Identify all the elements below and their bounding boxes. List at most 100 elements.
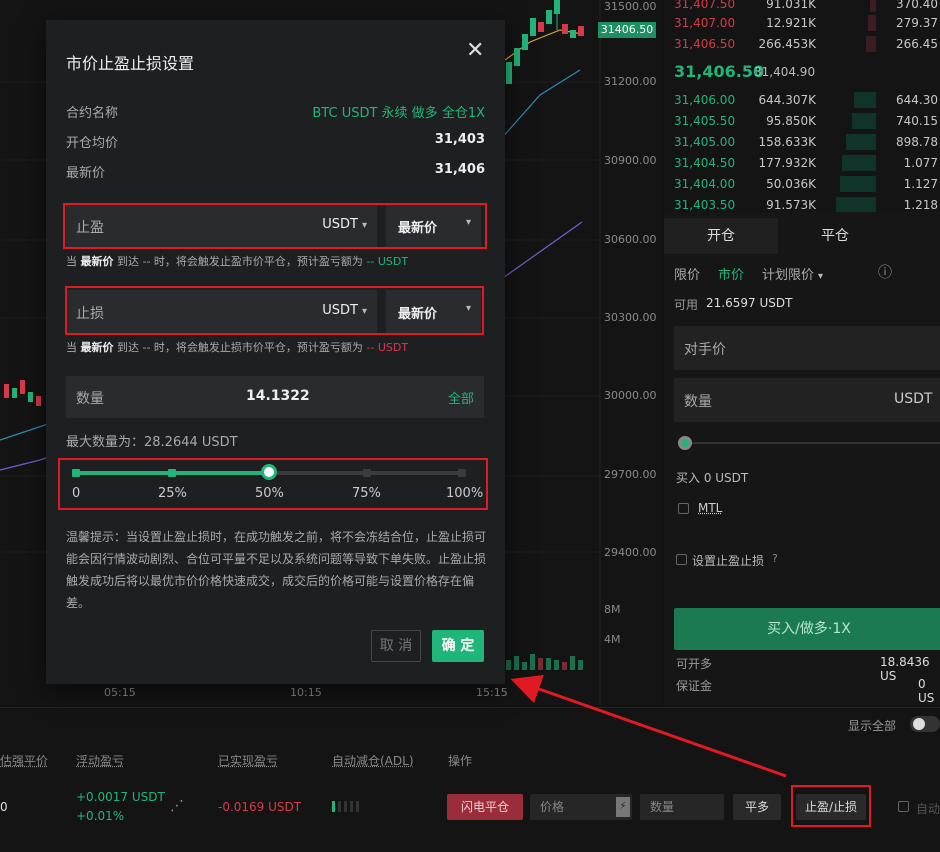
volume-tick: 4M	[604, 633, 621, 646]
depth-bar	[868, 15, 876, 31]
close-long-button[interactable]: 平多	[733, 794, 781, 820]
cancel-button[interactable]: 取 消	[371, 630, 421, 662]
plan-limit-label: 计划限价	[762, 268, 814, 283]
slider-mark-100[interactable]	[458, 469, 466, 477]
modal-qty-value: 14.1322	[246, 388, 310, 404]
price-tick: 30600.00	[604, 233, 657, 246]
price-placeholder: 价格	[540, 800, 564, 814]
col-header-liq-price: 估强平价	[0, 752, 48, 769]
tpsl-button[interactable]: 止盈/止损	[796, 794, 866, 820]
close-icon[interactable]: ✕	[466, 38, 484, 63]
lightning-icon[interactable]: ⚡	[616, 797, 630, 817]
buy-long-button[interactable]: 买入/做多·1X	[674, 608, 940, 650]
order-type-plan-limit[interactable]: 计划限价 ▾	[762, 264, 823, 283]
take-profit-unit-select[interactable]: USDT ▾	[322, 217, 367, 232]
take-profit-trigger-select[interactable]: 最新价 ▾	[386, 204, 481, 248]
ask-price: 31,407.00	[674, 16, 735, 30]
bid-total: 898.78	[896, 135, 938, 149]
bid-row[interactable]: 31,404.00 50.036K 1.127	[664, 174, 940, 194]
buy-amount: 买入 0 USDT	[676, 469, 748, 486]
ask-qty: 12.921K	[766, 16, 816, 30]
order-book: 31,407.50 91.031K 370.40 31,407.00 12.92…	[664, 0, 940, 212]
flash-close-button[interactable]: 闪电平仓	[447, 794, 523, 820]
trade-slider-knob[interactable]	[678, 436, 692, 450]
bid-row[interactable]: 31,404.50 177.932K 1.077	[664, 153, 940, 173]
bid-qty: 177.932K	[759, 156, 817, 170]
tab-open-position[interactable]: 开仓	[664, 218, 778, 254]
show-all-toggle[interactable]	[910, 716, 940, 732]
tpsl-modal: 市价止盈止损设置 ✕ 合约名称 BTC USDT 永续 做多 全仓1X 开仓均价…	[46, 20, 505, 684]
depth-bar	[852, 113, 876, 129]
bid-row[interactable]: 31,405.50 95.850K 740.15	[664, 111, 940, 131]
close-price-input[interactable]: 价格 ⚡	[530, 794, 632, 820]
tp-unit-text: USDT	[322, 217, 358, 232]
slider-mark-75[interactable]	[363, 469, 371, 477]
counterparty-label: 对手价	[684, 339, 726, 359]
take-profit-row: 止盈 USDT ▾ 最新价 ▾	[66, 204, 481, 248]
sl-hint-text: 到达 -- 时，将会触发止损市价平仓，预计盈亏额为	[117, 341, 363, 354]
margin-value: 0 US	[918, 677, 940, 705]
depth-bar	[870, 0, 876, 12]
trade-qty-field[interactable]: 数量 USDT	[674, 378, 940, 422]
col-header-actions: 操作	[448, 752, 472, 769]
bid-price: 31,405.50	[674, 114, 735, 128]
volume-tick: 8M	[604, 603, 621, 616]
bid-total: 1.127	[904, 177, 938, 191]
trade-slider-track[interactable]	[684, 442, 940, 444]
stop-loss-row: 止损 USDT ▾ 最新价 ▾	[66, 290, 481, 334]
info-icon[interactable]: ⓘ	[878, 262, 892, 282]
ask-price: 31,406.50	[674, 37, 735, 51]
depth-bar	[854, 92, 876, 108]
slider-label-50: 50%	[255, 486, 284, 501]
time-tick: 15:15	[476, 686, 508, 699]
entry-price-label: 开仓均价	[66, 132, 118, 151]
bid-price: 31,403.50	[674, 198, 735, 212]
bid-row[interactable]: 31,406.00 644.307K 644.30	[664, 90, 940, 110]
slider-label-0: 0	[72, 486, 80, 501]
modal-qty-field[interactable]: 数量 14.1322 全部	[66, 376, 484, 418]
depth-bar	[846, 134, 876, 150]
chevron-down-icon: ▾	[466, 217, 471, 228]
sl-hint-prefix: 当	[66, 341, 77, 354]
take-profit-input[interactable]: 止盈 USDT ▾	[66, 204, 377, 248]
qty-slider-knob[interactable]	[261, 464, 277, 480]
order-type-limit[interactable]: 限价	[674, 264, 700, 283]
bid-row[interactable]: 31,405.00 158.633K 898.78	[664, 132, 940, 152]
order-type-market[interactable]: 市价	[718, 264, 744, 283]
bid-price: 31,406.00	[674, 93, 735, 107]
ask-total: 279.37	[896, 16, 938, 30]
slider-mark-0[interactable]	[72, 469, 80, 477]
depth-bar	[840, 176, 876, 192]
tab-close-position[interactable]: 平仓	[778, 218, 892, 254]
slider-mark-25[interactable]	[168, 469, 176, 477]
bid-qty: 158.633K	[759, 135, 817, 149]
tpsl-checkbox[interactable]	[676, 554, 687, 565]
price-tick: 30000.00	[604, 389, 657, 402]
modal-qty-label: 数量	[76, 388, 104, 408]
adl-indicator	[332, 801, 359, 816]
ask-total: 266.45	[896, 37, 938, 51]
ask-row[interactable]: 31,407.00 12.921K 279.37	[664, 13, 940, 33]
bid-price: 31,404.50	[674, 156, 735, 170]
bid-qty: 95.850K	[766, 114, 816, 128]
floating-pnl-percent: +0.01%	[76, 809, 124, 823]
chevron-down-icon: ▾	[362, 220, 367, 231]
close-qty-input[interactable]: 数量	[640, 794, 724, 820]
stop-loss-trigger-select[interactable]: 最新价 ▾	[386, 290, 481, 334]
qty-placeholder: 数量	[650, 800, 674, 814]
col-header-realized-pnl: 已实现盈亏	[218, 752, 278, 769]
qty-all-button[interactable]: 全部	[448, 388, 474, 407]
share-icon[interactable]: ⋰	[170, 798, 184, 814]
auto-checkbox[interactable]	[898, 801, 909, 812]
ask-row[interactable]: 31,406.50 266.453K 266.45	[664, 34, 940, 54]
chevron-down-icon: ▾	[466, 303, 471, 314]
stop-loss-input[interactable]: 止损 USDT ▾	[66, 290, 377, 334]
confirm-button[interactable]: 确 定	[432, 630, 484, 662]
ask-row[interactable]: 31,407.50 91.031K 370.40	[664, 0, 940, 14]
help-icon[interactable]: ?	[772, 552, 778, 565]
bid-total: 644.30	[896, 93, 938, 107]
counterparty-price-field[interactable]: 对手价	[674, 326, 940, 370]
mtl-checkbox[interactable]	[678, 503, 689, 514]
stop-loss-unit-select[interactable]: USDT ▾	[322, 303, 367, 318]
slider-label-100: 100%	[446, 486, 483, 501]
